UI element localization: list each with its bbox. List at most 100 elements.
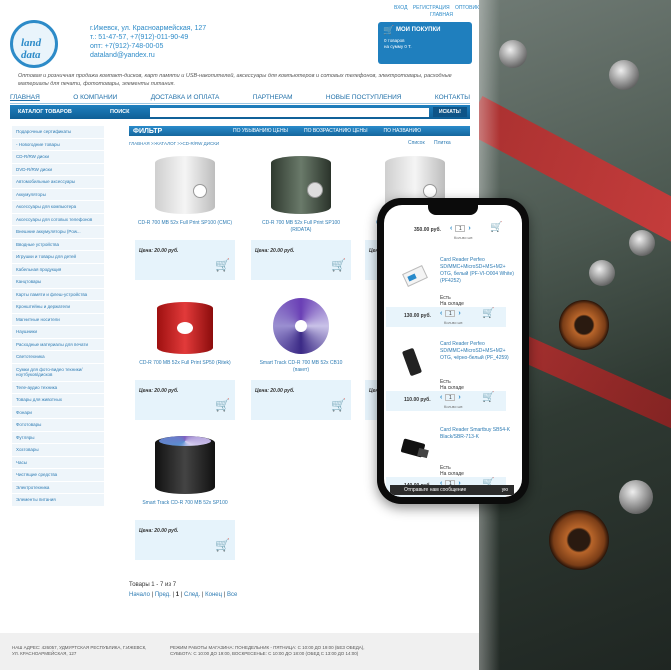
product-card[interactable]: CD-R 700 MB 52x Full Print SP100 (RIDATA…	[251, 150, 351, 280]
sidebar-item[interactable]: - Новогодние товары	[12, 138, 104, 151]
sidebar-item[interactable]: Карты памяти и флеш-устройства	[12, 288, 104, 301]
price-box: Цена: 20.00 руб. 🛒	[251, 380, 351, 420]
product-name[interactable]: CD-R 700 MB 52x Full Print SP50 (Ritek)	[135, 360, 235, 367]
sidebar-item[interactable]: Кабельная продукция	[12, 263, 104, 276]
qty-hint: Кол-во шт.	[444, 404, 464, 409]
add-to-cart-icon[interactable]: 🛒	[215, 258, 230, 272]
chat-button[interactable]: Отправьте нам сообщение ую	[390, 485, 514, 495]
page-all[interactable]: Все	[227, 592, 237, 598]
mobile-product-name[interactable]: Card Reader Smartbuy SB54-K Black/SBR-71…	[440, 427, 518, 441]
sidebar-item[interactable]: Фототовары	[12, 419, 104, 432]
catalog-dropdown[interactable]: КАТАЛОГ ТОВАРОВ	[10, 109, 110, 115]
mobile-product-name[interactable]: Card Reader Perfeo SD/MMC+MicroSD+MS+M2+…	[440, 257, 518, 285]
nav-new[interactable]: НОВЫЕ ПОСТУПЛЕНИЯ	[326, 94, 402, 103]
sidebar-item[interactable]: Футляры	[12, 431, 104, 444]
sidebar-item[interactable]: Вводные устройства	[12, 238, 104, 251]
basket-icon: 🛒	[383, 25, 395, 35]
page-first[interactable]: Начало	[129, 592, 150, 598]
product-name[interactable]: Smart Track CD-R 700 MB 52x SP100	[135, 500, 235, 507]
sort-by-name[interactable]: ПО НАЗВАНИЮ	[384, 128, 422, 134]
sidebar-item[interactable]: Автомобильные аксессуары	[12, 176, 104, 189]
email-link[interactable]: dataland@yandex.ru	[90, 51, 206, 60]
qty-value[interactable]: 1	[445, 394, 456, 401]
nav-partners[interactable]: ПАРТНЕРАМ	[253, 94, 293, 103]
sidebar-item[interactable]: Аксессуары для компьютера	[12, 201, 104, 214]
mobile-product-image[interactable]	[400, 433, 430, 463]
nav-home[interactable]: ГЛАВНАЯ	[10, 94, 40, 103]
sidebar-item[interactable]: Наушники	[12, 326, 104, 339]
product-card[interactable]: CD-R 700 MB 52x Full Print SP50 (Ritek) Ц…	[135, 290, 235, 420]
sidebar-item[interactable]: CD-R/RW диски	[12, 151, 104, 164]
view-grid[interactable]: Плитка	[434, 140, 451, 146]
sidebar-item[interactable]: Чистящие средства	[12, 469, 104, 482]
product-name[interactable]: CD-R 700 MB 52x Full Print SP100 (RIDATA…	[251, 220, 351, 234]
nav-delivery[interactable]: ДОСТАВКА И ОПЛАТА	[151, 94, 220, 103]
breadcrumb[interactable]: ГЛАВНАЯ >>КАТАЛОГ >>CD-R/RW ДИСКИ	[129, 141, 219, 146]
qty-value[interactable]: 1	[445, 310, 456, 317]
product-card[interactable]: Smart Track CD-R 700 MB 52x SP100 Цена: 2…	[135, 430, 235, 560]
page-last[interactable]: Конец	[205, 592, 222, 598]
qty-stepper[interactable]: ‹ 1 ›	[450, 225, 471, 232]
sidebar-item[interactable]: Часы	[12, 456, 104, 469]
product-image[interactable]	[271, 296, 331, 356]
mobile-product-image[interactable]	[400, 263, 430, 293]
sidebar-item[interactable]: Игрушки и товары для детей	[12, 251, 104, 264]
cart-sum: на сумму 0 Т.	[384, 44, 412, 49]
add-to-cart-icon[interactable]: 🛒	[215, 538, 230, 552]
sort-asc-price[interactable]: ПО ВОЗРАСТАНИЮ ЦЕНЫ	[304, 128, 368, 134]
sidebar-item[interactable]: Внешние аккумуляторы (Pow...	[12, 226, 104, 239]
product-image[interactable]	[155, 296, 215, 356]
lang-switch[interactable]: ГЛАВНАЯ	[430, 12, 453, 18]
search-button[interactable]: ИСКАТЬ!	[433, 107, 467, 117]
sidebar-item[interactable]: Электротехника	[12, 481, 104, 494]
login-link[interactable]: ВХОД	[394, 5, 407, 11]
sidebar-item[interactable]: Кронштейны и держатели	[12, 301, 104, 314]
qty-hint: Кол-во шт.	[444, 320, 464, 325]
product-image[interactable]	[155, 436, 215, 496]
page-next[interactable]: След.	[184, 592, 200, 598]
view-list[interactable]: Список	[408, 140, 425, 146]
add-to-cart-icon[interactable]: 🛒	[215, 398, 230, 412]
product-card[interactable]: CD-R 700 MB 52x Full Print SP100 (CMC) Це…	[135, 150, 235, 280]
sort-desc-price[interactable]: ПО УБЫВАНИЮ ЦЕНЫ	[233, 128, 288, 134]
sidebar-item[interactable]: Теле-аудио техника	[12, 381, 104, 394]
add-to-cart-icon[interactable]: 🛒	[490, 222, 502, 233]
wholesale-link[interactable]: ОПТОВИК	[455, 5, 479, 11]
mobile-product-name[interactable]: Card Reader Perfeo SD/MMC+MicroSD+MS+M2+…	[440, 341, 518, 362]
sidebar-item[interactable]: Аккумуляторы	[12, 188, 104, 201]
sidebar-item[interactable]: Светотехника	[12, 351, 104, 364]
sidebar-item[interactable]: Подарочные сертификаты	[12, 126, 104, 139]
add-to-cart-icon[interactable]: 🛒	[331, 398, 346, 412]
search-input[interactable]	[150, 107, 429, 117]
nav-about[interactable]: О КОМПАНИИ	[73, 94, 117, 103]
add-to-cart-icon[interactable]: 🛒	[331, 258, 346, 272]
register-link[interactable]: РЕГИСТРАЦИЯ	[413, 5, 450, 11]
product-image[interactable]	[271, 156, 331, 216]
add-to-cart-icon[interactable]: 🛒	[482, 392, 494, 403]
sidebar-item[interactable]: Аксессуары для сотовых телефонов	[12, 213, 104, 226]
product-card[interactable]: Smart Track CD-R 700 MB 52x CB10 (пакет)…	[251, 290, 351, 420]
sidebar-item[interactable]: Хозтовары	[12, 444, 104, 457]
sidebar-item[interactable]: Расходные материалы для печати	[12, 338, 104, 351]
mobile-product-image[interactable]	[400, 347, 430, 377]
sidebar-item[interactable]: Элементы питания	[12, 494, 104, 507]
nav-contacts[interactable]: КОНТАКТЫ	[435, 94, 470, 103]
cart-widget[interactable]: 🛒 МОИ ПОКУПКИ 0 товаров на сумму 0 Т.	[378, 22, 472, 64]
product-image[interactable]	[155, 156, 215, 216]
product-name[interactable]: CD-R 700 MB 52x Full Print SP100 (CMC)	[135, 220, 235, 227]
sidebar-item[interactable]: DVD-R/RW диски	[12, 163, 104, 176]
site-logo[interactable]: land data	[10, 20, 58, 68]
product-name[interactable]: Smart Track CD-R 700 MB 52x CB10 (пакет)	[251, 360, 351, 374]
add-to-cart-icon[interactable]: 🛒	[482, 308, 494, 319]
sidebar-item[interactable]: Товары для животных	[12, 394, 104, 407]
stock-status: Есть На складе	[440, 379, 464, 391]
qty-stepper[interactable]: ‹ 1 ›	[440, 310, 461, 317]
sidebar-item[interactable]: Фонари	[12, 406, 104, 419]
price-box: Цена: 20.00 руб. 🛒	[135, 240, 235, 280]
page-prev[interactable]: Пред.	[155, 592, 171, 598]
qty-value[interactable]: 1	[455, 225, 466, 232]
sidebar-item[interactable]: Канцтовары	[12, 276, 104, 289]
sidebar-item[interactable]: Магнитные носители	[12, 313, 104, 326]
qty-stepper[interactable]: ‹ 1 ›	[440, 394, 461, 401]
sidebar-item[interactable]: Сумки для фото-видео техники/ноутбуков/д…	[12, 363, 104, 382]
